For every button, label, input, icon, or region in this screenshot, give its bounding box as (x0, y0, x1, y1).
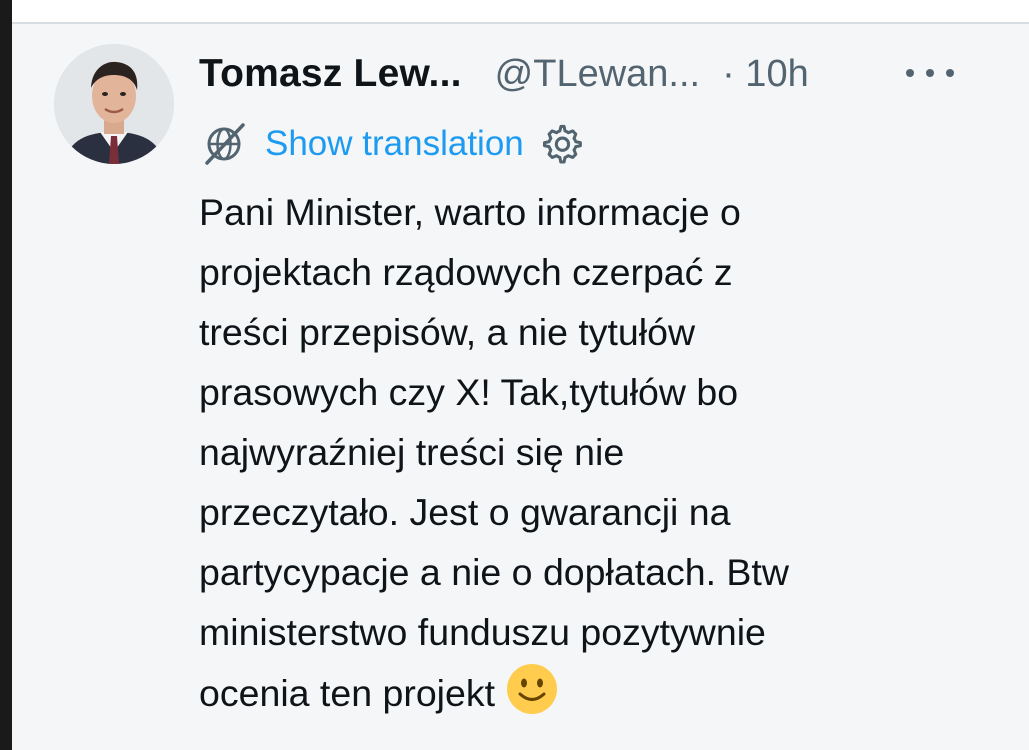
previous-post-remnant (12, 0, 1029, 22)
tweet-text-line: projektach rządowych czerpać z (199, 251, 733, 293)
tweet-text: Pani Minister, warto informacje o projek… (199, 182, 999, 723)
tweet-text-line: treści przepisów, a nie tytułów (199, 311, 696, 353)
screenshot-frame: Tomasz Lew... @TLewan... · 10h Show tran… (0, 0, 1029, 750)
tweet-text-line: ministerstwo funduszu pozytywnie (199, 611, 766, 653)
translation-row: Show translation (199, 118, 584, 170)
author-name[interactable]: Tomasz Lew... (199, 52, 462, 96)
timestamp[interactable]: · 10h (722, 53, 809, 96)
slightly-smiling-face-icon (507, 664, 558, 714)
translate-globe-icon (205, 123, 245, 165)
window-left-border (0, 0, 12, 750)
tweet-text-line: prasowych czy X! Tak,tytułów bo (199, 371, 739, 413)
tweet-header: Tomasz Lew... @TLewan... · 10h (199, 46, 809, 102)
tweet-text-line: partycypacje a nie o dopłatach. Btw (199, 551, 789, 593)
more-dot (906, 69, 914, 77)
tweet-text-line: ocenia ten projekt (199, 672, 496, 714)
tweet-text-line: najwyraźniej treści się nie (199, 431, 625, 473)
more-horizontal-icon[interactable] (906, 58, 954, 88)
avatar-portrait (54, 44, 174, 164)
gear-icon[interactable] (538, 121, 584, 167)
more-dot (946, 69, 954, 77)
tweet-text-line: Pani Minister, warto informacje o (199, 191, 741, 233)
tweet-text-line: przeczytało. Jest o gwarancji na (199, 491, 731, 533)
show-translation-link[interactable]: Show translation (265, 124, 524, 164)
more-dot (926, 69, 934, 77)
tweet-text-line-last: ocenia ten projekt (199, 662, 999, 723)
avatar[interactable] (54, 44, 174, 164)
author-handle[interactable]: @TLewan... (495, 53, 700, 96)
